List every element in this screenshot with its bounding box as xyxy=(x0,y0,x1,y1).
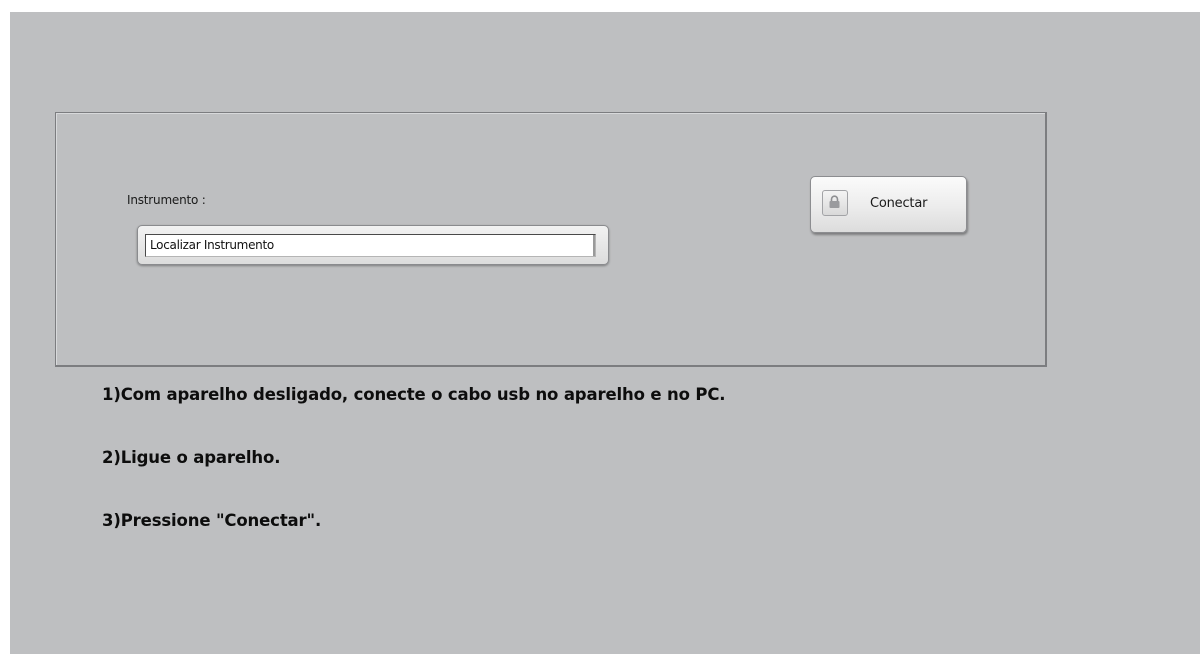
connect-button-label: Conectar xyxy=(870,196,928,211)
instruction-step-2: 2)Ligue o aparelho. xyxy=(102,448,281,467)
instruction-step-3: 3)Pressione "Conectar". xyxy=(102,511,322,530)
connection-panel: Instrumento : Localizar Instrumento Cone… xyxy=(55,112,1047,367)
connect-button[interactable]: Conectar xyxy=(810,176,967,233)
instructions-list: 1)Com aparelho desligado, conecte o cabo… xyxy=(102,385,726,574)
instrument-input[interactable]: Localizar Instrumento xyxy=(145,234,596,257)
instrument-selector[interactable]: Localizar Instrumento xyxy=(137,225,609,265)
lock-icon xyxy=(822,190,848,216)
instruction-step-1: 1)Com aparelho desligado, conecte o cabo… xyxy=(102,385,726,404)
instrument-label: Instrumento : xyxy=(127,193,206,207)
